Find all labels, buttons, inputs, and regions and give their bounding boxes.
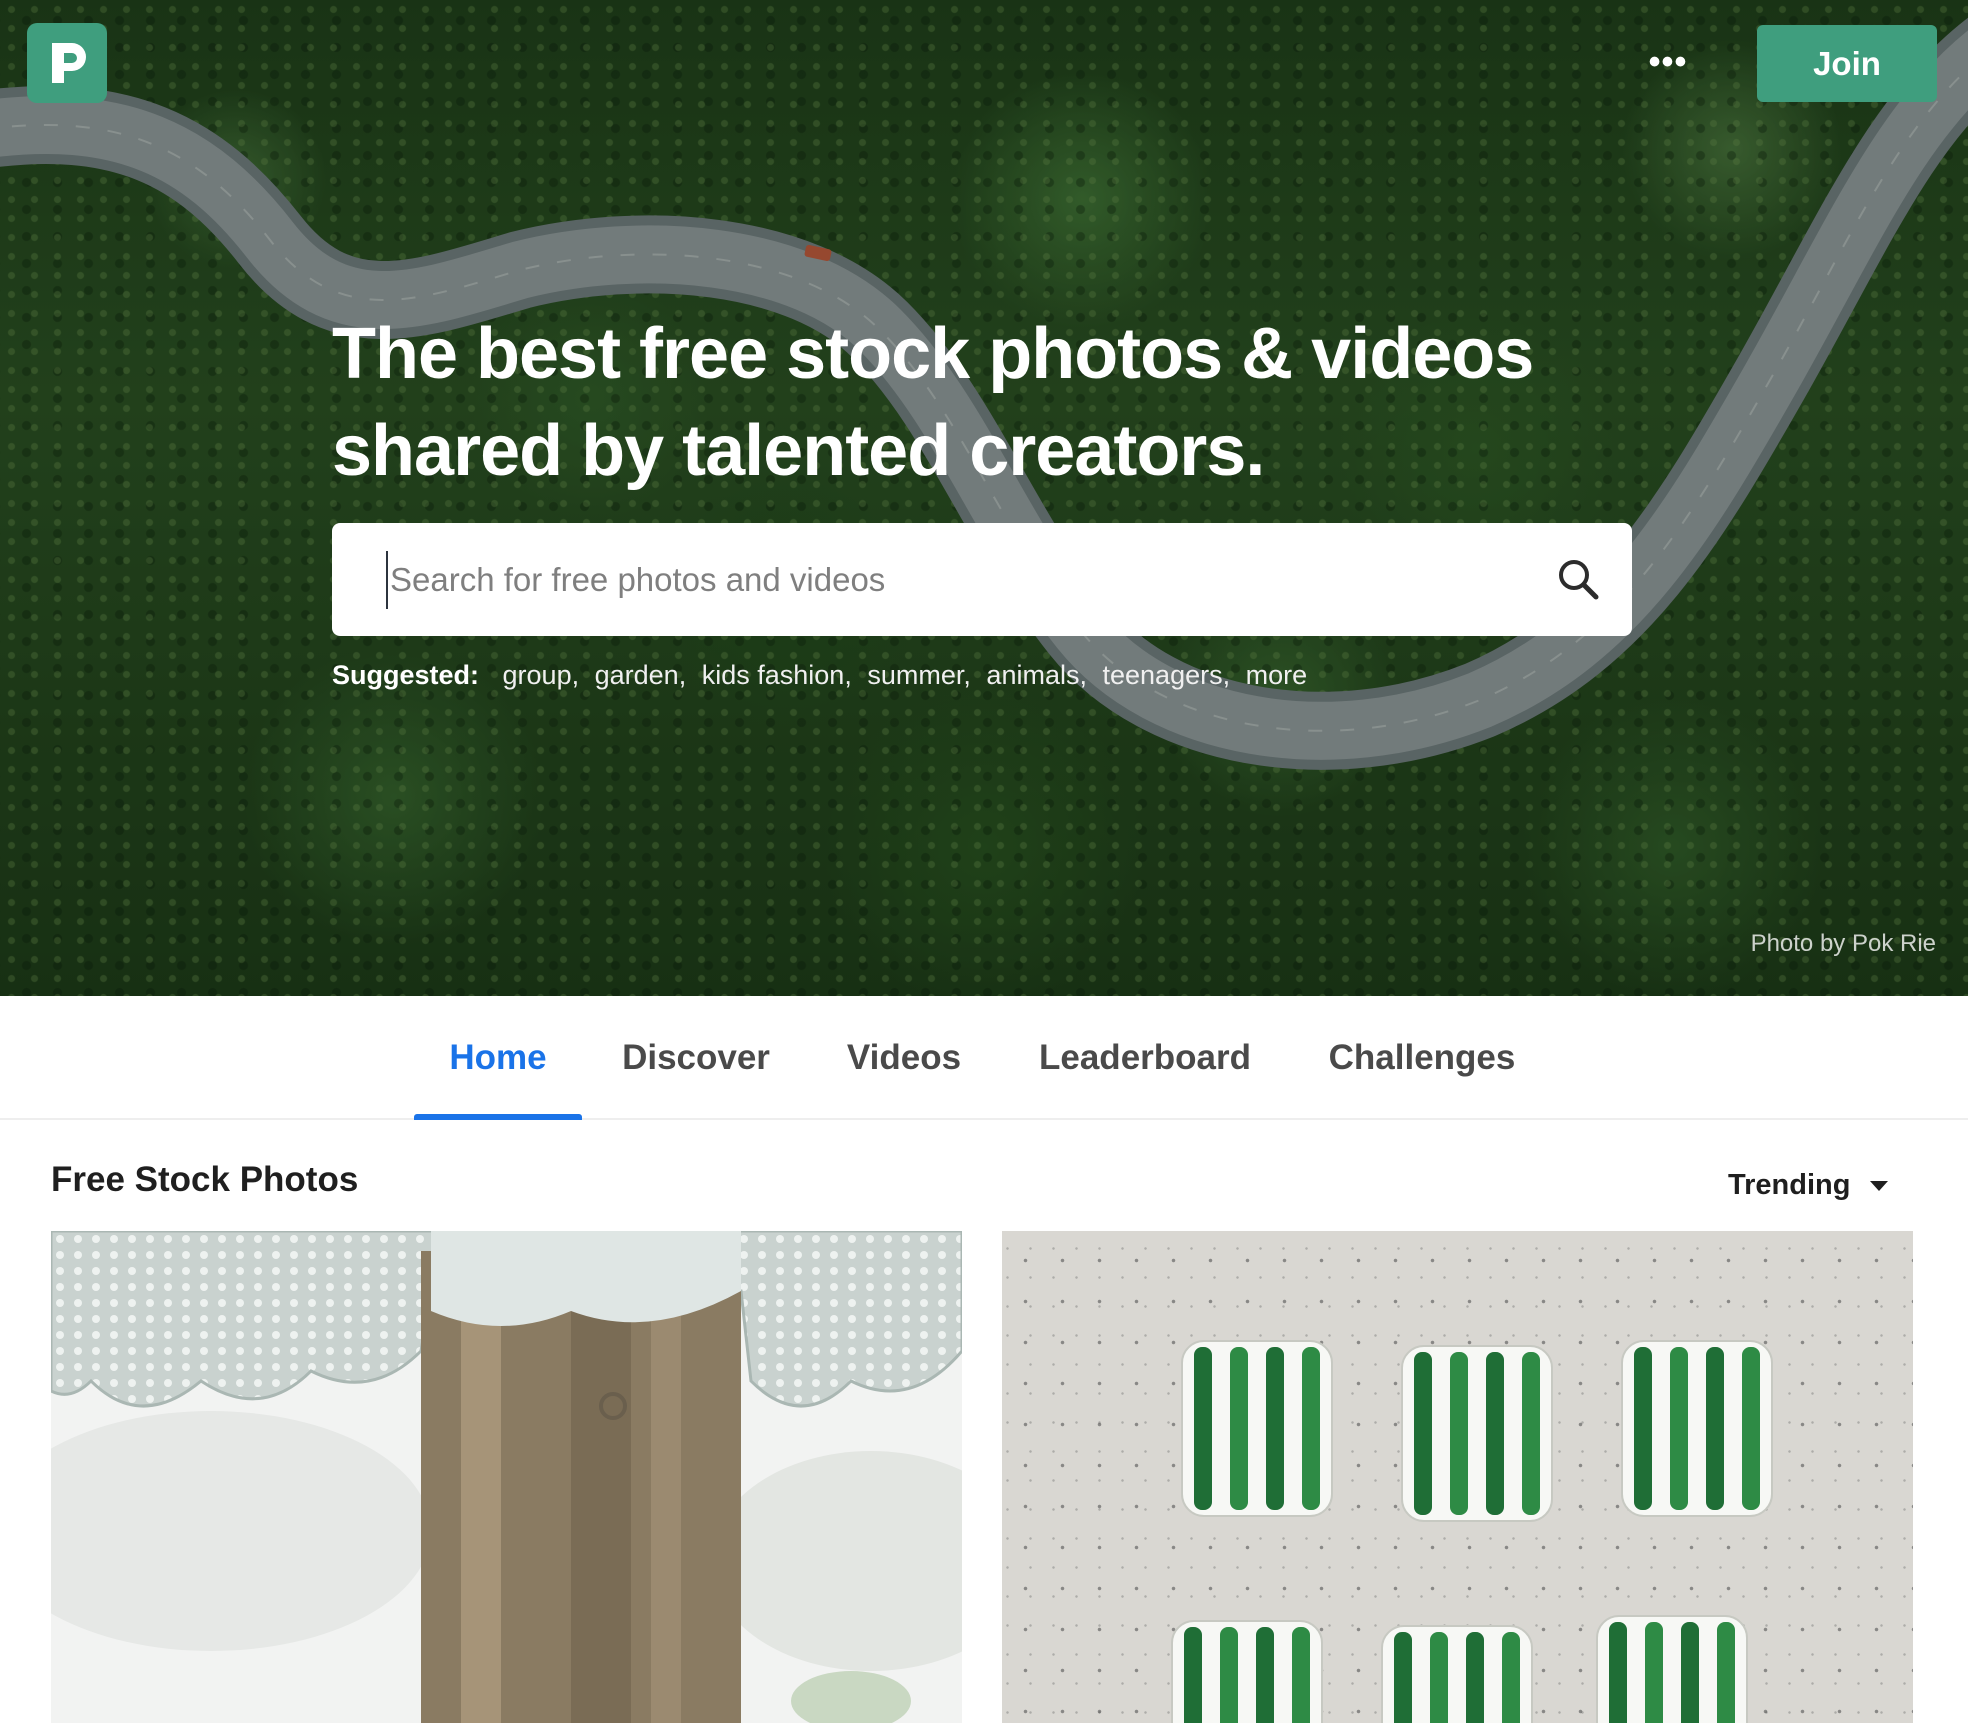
separator: ,	[571, 660, 580, 690]
suggested-item[interactable]: animals	[986, 660, 1079, 690]
search-bar	[332, 523, 1632, 636]
hero-title-line-2: shared by talented creators.	[332, 411, 1265, 491]
more-options-button[interactable]: •••	[1638, 40, 1698, 84]
candy-piece	[1181, 1340, 1333, 1517]
suggested-searches: Suggested: group, garden, kids fashion, …	[332, 655, 1307, 695]
hero-title-line-1: The best free stock photos & videos	[332, 314, 1534, 394]
hero-banner: ••• Join The best free stock photos & vi…	[0, 0, 1968, 996]
candy-piece	[1621, 1340, 1773, 1517]
section-title: Free Stock Photos	[51, 1160, 359, 1199]
separator: ,	[1222, 660, 1231, 690]
striped-candy-photo	[1171, 1340, 1773, 1723]
candy-piece	[1401, 1345, 1553, 1522]
separator: ,	[678, 660, 687, 690]
suggested-item[interactable]: teenagers	[1103, 660, 1223, 690]
tab-leaderboard[interactable]: Leaderboard	[1030, 996, 1260, 1118]
separator: ,	[963, 660, 971, 690]
search-input[interactable]	[386, 551, 1496, 609]
pexels-logo-icon[interactable]	[27, 23, 107, 103]
suggested-item[interactable]: group	[503, 660, 572, 690]
candy-piece	[1381, 1625, 1533, 1723]
photo-credit-link[interactable]: Photo by Pok Rie	[1751, 930, 1936, 958]
join-button[interactable]: Join	[1757, 25, 1937, 102]
tab-discover[interactable]: Discover	[612, 996, 780, 1118]
candy-piece	[1596, 1615, 1748, 1723]
search-icon[interactable]	[1554, 555, 1604, 605]
logo-mark-icon	[52, 43, 86, 83]
tab-challenges[interactable]: Challenges	[1310, 996, 1534, 1118]
suggested-item[interactable]: kids fashion	[702, 660, 845, 690]
suggested-more-link[interactable]: more	[1246, 660, 1308, 690]
main-nav-tabs: Home Discover Videos Leaderboard Challen…	[0, 996, 1968, 1120]
tab-home[interactable]: Home	[414, 996, 582, 1120]
ellipsis-icon: •••	[1648, 43, 1688, 81]
photo-card[interactable]	[51, 1231, 962, 1723]
photo-card[interactable]	[1002, 1231, 1913, 1723]
separator: ,	[1079, 660, 1087, 690]
sort-selected-value: Trending	[1728, 1169, 1851, 1201]
separator: ,	[844, 660, 852, 690]
caret-down-icon	[1870, 1181, 1888, 1191]
hero-title: The best free stock photos & videos shar…	[332, 306, 1632, 500]
window-curtain-photo	[51, 1231, 962, 1723]
sort-dropdown[interactable]: Trending	[1728, 1163, 1928, 1207]
suggested-item[interactable]: garden	[595, 660, 679, 690]
candy-piece	[1171, 1620, 1323, 1723]
suggested-label: Suggested:	[332, 660, 480, 690]
tab-videos[interactable]: Videos	[830, 996, 978, 1118]
suggested-item[interactable]: summer	[867, 660, 963, 690]
